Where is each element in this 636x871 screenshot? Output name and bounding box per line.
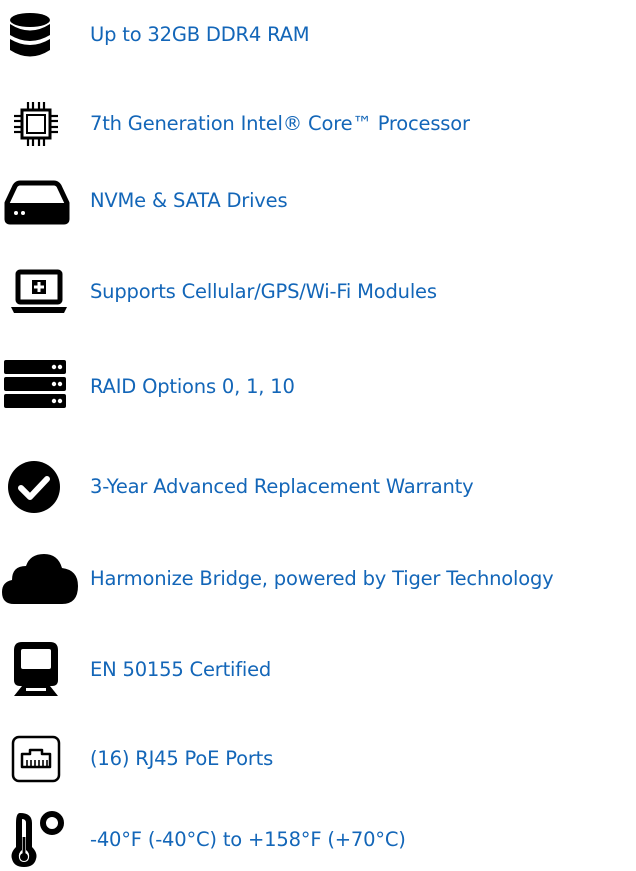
- feature-label: NVMe & SATA Drives: [90, 189, 288, 212]
- feature-item-certified: EN 50155 Certified: [0, 640, 636, 700]
- feature-item-processor: 7th Generation Intel® Core™ Processor: [0, 94, 636, 154]
- database-icon-wrapper: [0, 5, 80, 65]
- cpu-chip-icon-wrapper: [0, 94, 80, 154]
- laptop-plus-icon-wrapper: [0, 262, 80, 322]
- feature-label: (16) RJ45 PoE Ports: [90, 747, 274, 770]
- server-rack-icon: [4, 360, 66, 408]
- hard-drive-icon-wrapper: [0, 171, 80, 231]
- train-icon-wrapper: [0, 640, 80, 700]
- feature-item-raid: RAID Options 0, 1, 10: [0, 357, 636, 417]
- cloud-icon: [2, 554, 78, 604]
- feature-item-drives: NVMe & SATA Drives: [0, 171, 636, 231]
- laptop-plus-icon: [11, 269, 67, 313]
- feature-item-ram: Up to 32GB DDR4 RAM: [0, 5, 636, 65]
- cloud-icon-wrapper: [0, 549, 80, 609]
- database-icon: [10, 13, 50, 57]
- feature-label: 7th Generation Intel® Core™ Processor: [90, 112, 470, 135]
- thermometer-icon: [11, 811, 64, 867]
- feature-item-warranty: 3-Year Advanced Replacement Warranty: [0, 457, 636, 517]
- ethernet-port-icon: [11, 735, 61, 783]
- feature-item-harmonize: Harmonize Bridge, powered by Tiger Techn…: [0, 549, 636, 609]
- feature-label: 3-Year Advanced Replacement Warranty: [90, 475, 474, 498]
- feature-item-temperature: -40°F (-40°C) to +158°F (+70°C): [0, 810, 636, 870]
- check-circle-icon: [8, 461, 60, 513]
- cpu-chip-icon: [14, 102, 58, 146]
- server-rack-icon-wrapper: [0, 357, 80, 417]
- feature-item-modules: Supports Cellular/GPS/Wi-Fi Modules: [0, 262, 636, 322]
- feature-label: Up to 32GB DDR4 RAM: [90, 23, 310, 46]
- feature-label: RAID Options 0, 1, 10: [90, 375, 295, 398]
- feature-label: EN 50155 Certified: [90, 658, 272, 681]
- ethernet-port-icon-wrapper: [0, 729, 80, 789]
- hard-drive-icon: [4, 180, 70, 225]
- feature-label: Supports Cellular/GPS/Wi-Fi Modules: [90, 280, 437, 303]
- check-circle-icon-wrapper: [0, 457, 80, 517]
- feature-item-ports: (16) RJ45 PoE Ports: [0, 729, 636, 789]
- thermometer-icon-wrapper: [0, 810, 80, 870]
- train-icon: [14, 642, 58, 696]
- feature-label: Harmonize Bridge, powered by Tiger Techn…: [90, 567, 554, 590]
- feature-label: -40°F (-40°C) to +158°F (+70°C): [90, 828, 406, 851]
